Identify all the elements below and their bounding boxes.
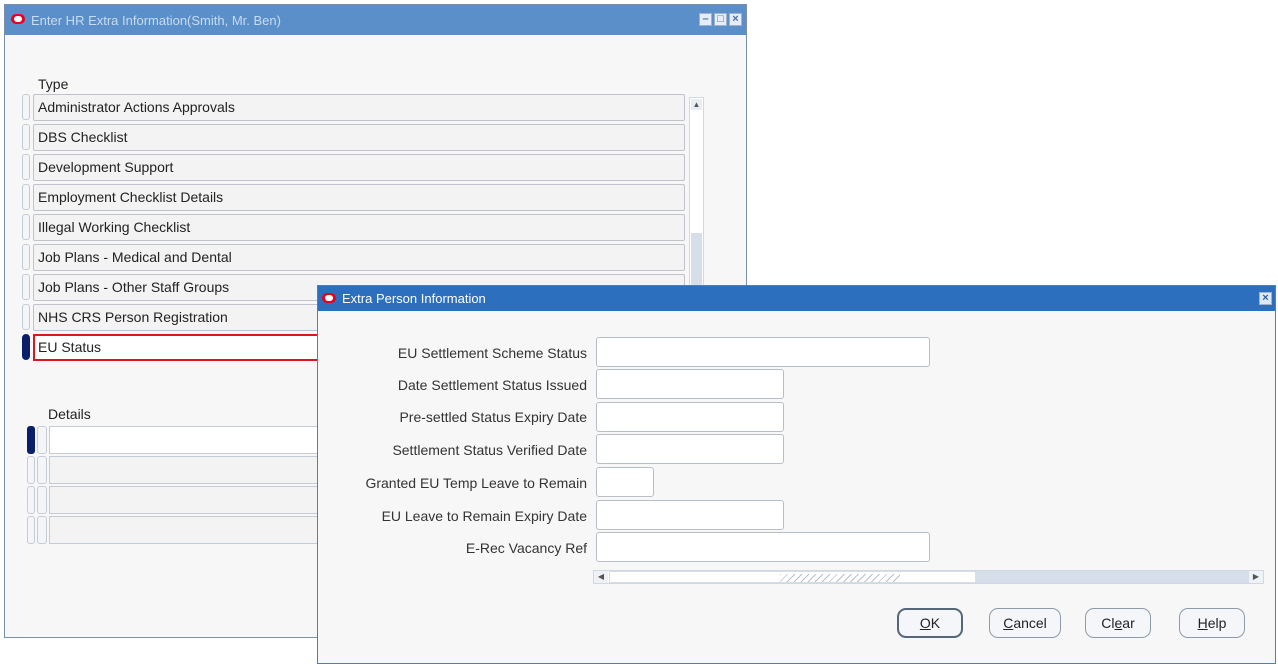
record-indicator[interactable] xyxy=(37,486,47,514)
type-field[interactable]: Administrator Actions Approvals xyxy=(33,94,685,121)
record-indicator[interactable] xyxy=(27,486,35,514)
scroll-left-icon[interactable]: ◀ xyxy=(594,571,608,583)
record-indicator[interactable] xyxy=(37,516,47,544)
details-header: Details xyxy=(48,406,91,422)
type-row[interactable]: Job Plans - Medical and Dental xyxy=(22,243,698,271)
hr-window-title: Enter HR Extra Information(Smith, Mr. Be… xyxy=(31,13,281,28)
eu-leave-to-remain-expiry-date-input[interactable] xyxy=(596,500,784,530)
e-rec-vacancy-ref-label: E-Rec Vacancy Ref xyxy=(465,540,587,556)
type-field[interactable]: Employment Checklist Details xyxy=(33,184,685,211)
details-field[interactable] xyxy=(49,456,329,484)
record-indicator[interactable] xyxy=(22,274,30,300)
type-header: Type xyxy=(38,76,69,92)
details-row[interactable] xyxy=(27,456,329,485)
pre-settled-status-expiry-date-input[interactable] xyxy=(596,402,784,432)
type-field[interactable]: DBS Checklist xyxy=(33,124,685,151)
record-indicator[interactable] xyxy=(27,516,35,544)
close-icon[interactable]: × xyxy=(1259,292,1272,305)
minimize-icon[interactable]: – xyxy=(699,13,712,26)
record-indicator[interactable] xyxy=(37,456,47,484)
ok-button[interactable]: OK xyxy=(897,608,963,638)
record-indicator[interactable] xyxy=(22,244,30,270)
scroll-right-icon[interactable]: ▶ xyxy=(1249,571,1263,583)
type-row[interactable]: Administrator Actions Approvals xyxy=(22,93,698,121)
dialog-titlebar[interactable]: Extra Person Information × xyxy=(318,286,1275,311)
record-indicator[interactable] xyxy=(37,426,47,454)
record-indicator[interactable] xyxy=(22,214,30,240)
granted-eu-temp-leave-label: Granted EU Temp Leave to Remain xyxy=(365,475,587,491)
details-row[interactable] xyxy=(27,486,329,515)
record-indicator[interactable] xyxy=(22,124,30,150)
type-field[interactable]: Development Support xyxy=(33,154,685,181)
record-indicator[interactable] xyxy=(27,456,35,484)
scroll-up-icon[interactable]: ▲ xyxy=(691,99,702,110)
details-field[interactable] xyxy=(49,516,329,544)
type-row[interactable]: Employment Checklist Details xyxy=(22,183,698,211)
dialog-horizontal-scrollbar[interactable]: ◀ ▶ xyxy=(593,568,1264,585)
details-field[interactable] xyxy=(49,426,329,454)
record-indicator[interactable] xyxy=(22,154,30,180)
granted-eu-temp-leave-input[interactable] xyxy=(596,467,654,497)
dialog-title: Extra Person Information xyxy=(342,291,486,306)
oracle-icon xyxy=(11,14,25,24)
type-field[interactable]: Illegal Working Checklist xyxy=(33,214,685,241)
maximize-icon[interactable]: □ xyxy=(714,13,727,26)
e-rec-vacancy-ref-input[interactable] xyxy=(596,532,930,562)
type-field-selected[interactable]: EU Status xyxy=(33,334,320,361)
record-indicator[interactable] xyxy=(22,184,30,210)
scrollbar-track-rest[interactable] xyxy=(975,571,1249,583)
pre-settled-status-expiry-date-label: Pre-settled Status Expiry Date xyxy=(399,409,587,425)
settlement-status-verified-date-label: Settlement Status Verified Date xyxy=(392,442,587,458)
current-record-indicator[interactable] xyxy=(27,426,35,454)
date-settlement-status-issued-label: Date Settlement Status Issued xyxy=(397,377,587,393)
eu-leave-to-remain-expiry-date-label: EU Leave to Remain Expiry Date xyxy=(381,508,587,524)
extra-person-info-dialog: Extra Person Information × EU Settlement… xyxy=(317,285,1276,664)
eu-settlement-scheme-status-label: EU Settlement Scheme Status xyxy=(397,345,587,361)
details-row[interactable] xyxy=(27,426,329,455)
settlement-status-verified-date-input[interactable] xyxy=(596,434,784,464)
eu-settlement-scheme-status-input[interactable] xyxy=(596,337,930,367)
type-field[interactable]: Job Plans - Medical and Dental xyxy=(33,244,685,271)
type-row[interactable]: Development Support xyxy=(22,153,698,181)
details-field[interactable] xyxy=(49,486,329,514)
record-indicator[interactable] xyxy=(22,94,30,120)
clear-button[interactable]: Clear xyxy=(1085,608,1151,638)
oracle-icon xyxy=(322,293,336,303)
close-icon[interactable]: × xyxy=(729,13,742,26)
date-settlement-status-issued-input[interactable] xyxy=(596,369,784,399)
details-row[interactable] xyxy=(27,516,329,545)
record-indicator[interactable] xyxy=(22,304,30,330)
cancel-button[interactable]: Cancel xyxy=(989,608,1061,638)
type-row[interactable]: Illegal Working Checklist xyxy=(22,213,698,241)
type-row[interactable]: DBS Checklist xyxy=(22,123,698,151)
hr-window-titlebar[interactable]: Enter HR Extra Information(Smith, Mr. Be… xyxy=(5,5,746,35)
current-record-indicator[interactable] xyxy=(22,334,30,360)
help-button[interactable]: Help xyxy=(1179,608,1245,638)
